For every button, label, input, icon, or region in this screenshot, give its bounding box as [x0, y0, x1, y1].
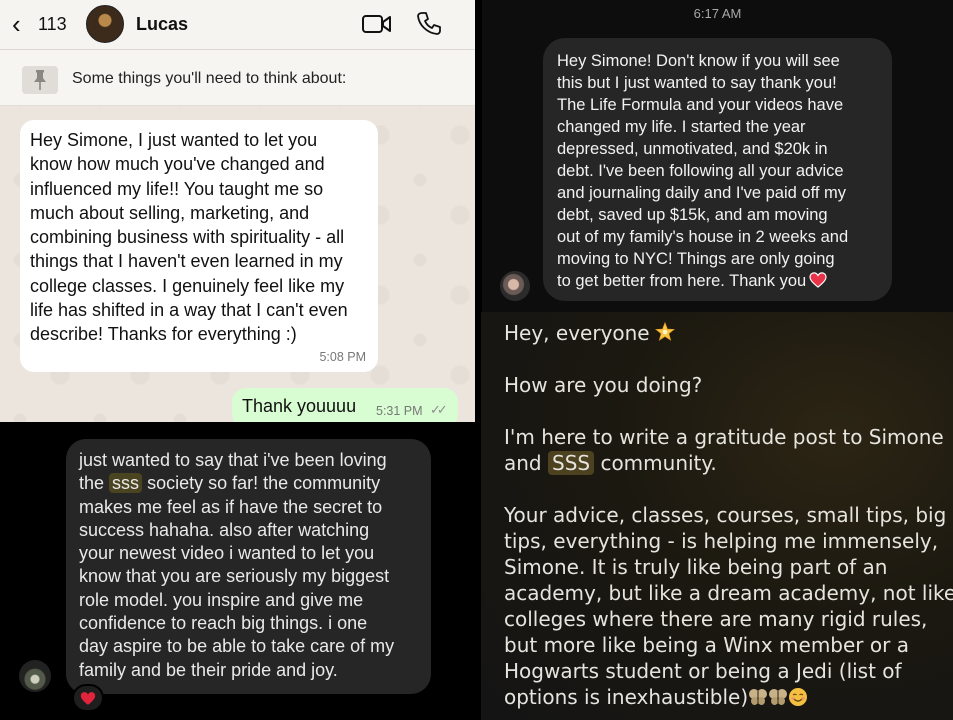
message-line: success hahaha. also after watching	[79, 519, 370, 540]
chat-header: ‹ 113 Lucas	[0, 0, 475, 50]
glowing-star-emoji-icon	[654, 321, 675, 341]
post-body: Hey, everyone How are you doing? I'm her…	[504, 320, 953, 710]
post-text: and	[504, 451, 542, 475]
highlighted-keyword: sss	[109, 473, 143, 494]
avatar[interactable]	[19, 660, 51, 692]
message-line: out of my family's house in 2 weeks and	[557, 228, 849, 246]
post-text: community.	[600, 451, 717, 475]
message-line: know that you are seriously my biggest	[79, 566, 390, 587]
message-line: Hey Simone, I just wanted to let you	[30, 130, 318, 150]
message-line: life has shifted in a way that I can't e…	[30, 300, 348, 321]
message-line: makes me feel as if have the secret to	[79, 496, 383, 517]
message-text: society so far! the community	[147, 473, 381, 494]
outgoing-message-bubble[interactable]: Thank youuuu 5:31 PM ✓✓	[232, 388, 458, 422]
smiling-face-emoji-icon	[789, 688, 808, 706]
message-line: The Life Formula and your videos have	[557, 96, 844, 114]
post-line-last: options is inexhaustible)	[504, 684, 944, 710]
read-receipt-icon: ✓✓	[430, 402, 448, 417]
message-line: debt. I've been following all your advic…	[557, 162, 844, 180]
heart-icon	[80, 692, 96, 705]
message-line: family and be their pride and joy.	[79, 659, 338, 680]
pin-icon	[22, 66, 58, 94]
message-line: the sss society so far! the community	[79, 472, 417, 495]
post-line: How are you doing?	[504, 373, 703, 397]
message-line: college classes. I genuinely feel like m…	[30, 275, 345, 296]
message-line: confidence to reach big things. i one	[79, 613, 368, 634]
back-chevron-icon[interactable]: ‹	[12, 11, 21, 37]
message-line: and journaling daily and I've paid off m…	[557, 184, 847, 202]
butterfly-emoji-icon	[769, 689, 788, 705]
whatsapp-chat-screenshot: ‹ 113 Lucas Some things you'll need to t…	[0, 0, 475, 422]
message-line: changed my life. I started the year	[557, 118, 806, 136]
pinned-message-bar[interactable]: Some things you'll need to think about:	[0, 50, 475, 106]
message-line: debt, saved up $15k, and am moving	[557, 206, 828, 224]
message-timestamp: 5:31 PM	[376, 404, 423, 418]
message-text: Thank youuuu	[242, 396, 357, 416]
message-line: describe! Thanks for everything :)	[30, 324, 297, 345]
post-line: Your advice, classes, courses, small tip…	[504, 503, 947, 527]
message-text: to get better from here. Thank you	[557, 272, 807, 290]
message-line: know how much you've changed and	[30, 154, 325, 175]
message-line: depressed, unmotivated, and $20k in	[557, 140, 828, 158]
post-line: colleges where there are many rigid rule…	[504, 607, 928, 631]
post-line: but more like being a Winx member or a	[504, 633, 909, 657]
post-line: Simone. It is truly like being part of a…	[504, 555, 888, 579]
post-line: I'm here to write a gratitude post to Si…	[504, 425, 944, 449]
message-timestamp: 5:08 PM	[319, 350, 366, 364]
dark-dm-screenshot: 6:17 AM Hey Simone! Don't know if you wi…	[482, 0, 953, 312]
dark-dm-screenshot: just wanted to say that i've been loving…	[0, 427, 475, 720]
post-greeting: Hey, everyone	[504, 321, 650, 345]
post-line: academy, but like a dream academy, not l…	[504, 581, 953, 605]
contact-name[interactable]: Lucas	[136, 14, 188, 35]
message-line-last: to get better from here. Thank you	[557, 270, 878, 292]
unread-count[interactable]: 113	[38, 14, 67, 35]
message-line: Hey Simone! Don't know if you will see	[557, 52, 840, 70]
message-line: much about selling, marketing, and	[30, 202, 310, 223]
message-line: things that I haven't even learned in my	[30, 251, 343, 272]
butterfly-emoji-icon	[749, 689, 768, 705]
community-post-screenshot: Hey, everyone How are you doing? I'm her…	[481, 312, 953, 720]
video-call-icon[interactable]	[362, 14, 392, 34]
post-line: tips, everything - is helping me immense…	[504, 529, 939, 553]
highlighted-keyword: SSS	[548, 451, 595, 475]
avatar[interactable]	[500, 271, 530, 301]
message-line: just wanted to say that i've been loving	[79, 450, 387, 470]
message-timestamp: 6:17 AM	[693, 6, 742, 21]
message-line: your newest video i wanted to let you	[79, 543, 375, 564]
pinned-message-text: Some things you'll need to think about:	[72, 70, 347, 87]
message-line: moving to NYC! Things are only going	[557, 250, 835, 268]
post-text: options is inexhaustible)	[504, 685, 749, 709]
incoming-message-bubble[interactable]: Hey Simone! Don't know if you will see t…	[543, 38, 892, 301]
heart-reaction[interactable]	[72, 684, 104, 712]
message-line: role model. you inspire and give me	[79, 589, 364, 610]
message-line: this but I just wanted to say thank you!	[557, 74, 837, 92]
phone-icon[interactable]	[416, 10, 442, 36]
message-line: day aspire to be able to take care of my	[79, 636, 395, 657]
post-line: Hogwarts student or being a Jedi (list o…	[504, 659, 902, 683]
incoming-message-bubble[interactable]: Hey Simone, I just wanted to let you kno…	[20, 120, 378, 372]
message-line: combining business with spirituality - a…	[30, 227, 345, 248]
post-line: and SSS community.	[504, 450, 944, 476]
heart-emoji-icon	[809, 272, 827, 288]
message-text: the	[79, 473, 105, 494]
avatar[interactable]	[86, 5, 124, 43]
incoming-message-bubble[interactable]: just wanted to say that i've been loving…	[66, 439, 431, 694]
post-line: Hey, everyone	[504, 320, 944, 346]
message-line: influenced my life!! You taught me so	[30, 178, 324, 199]
